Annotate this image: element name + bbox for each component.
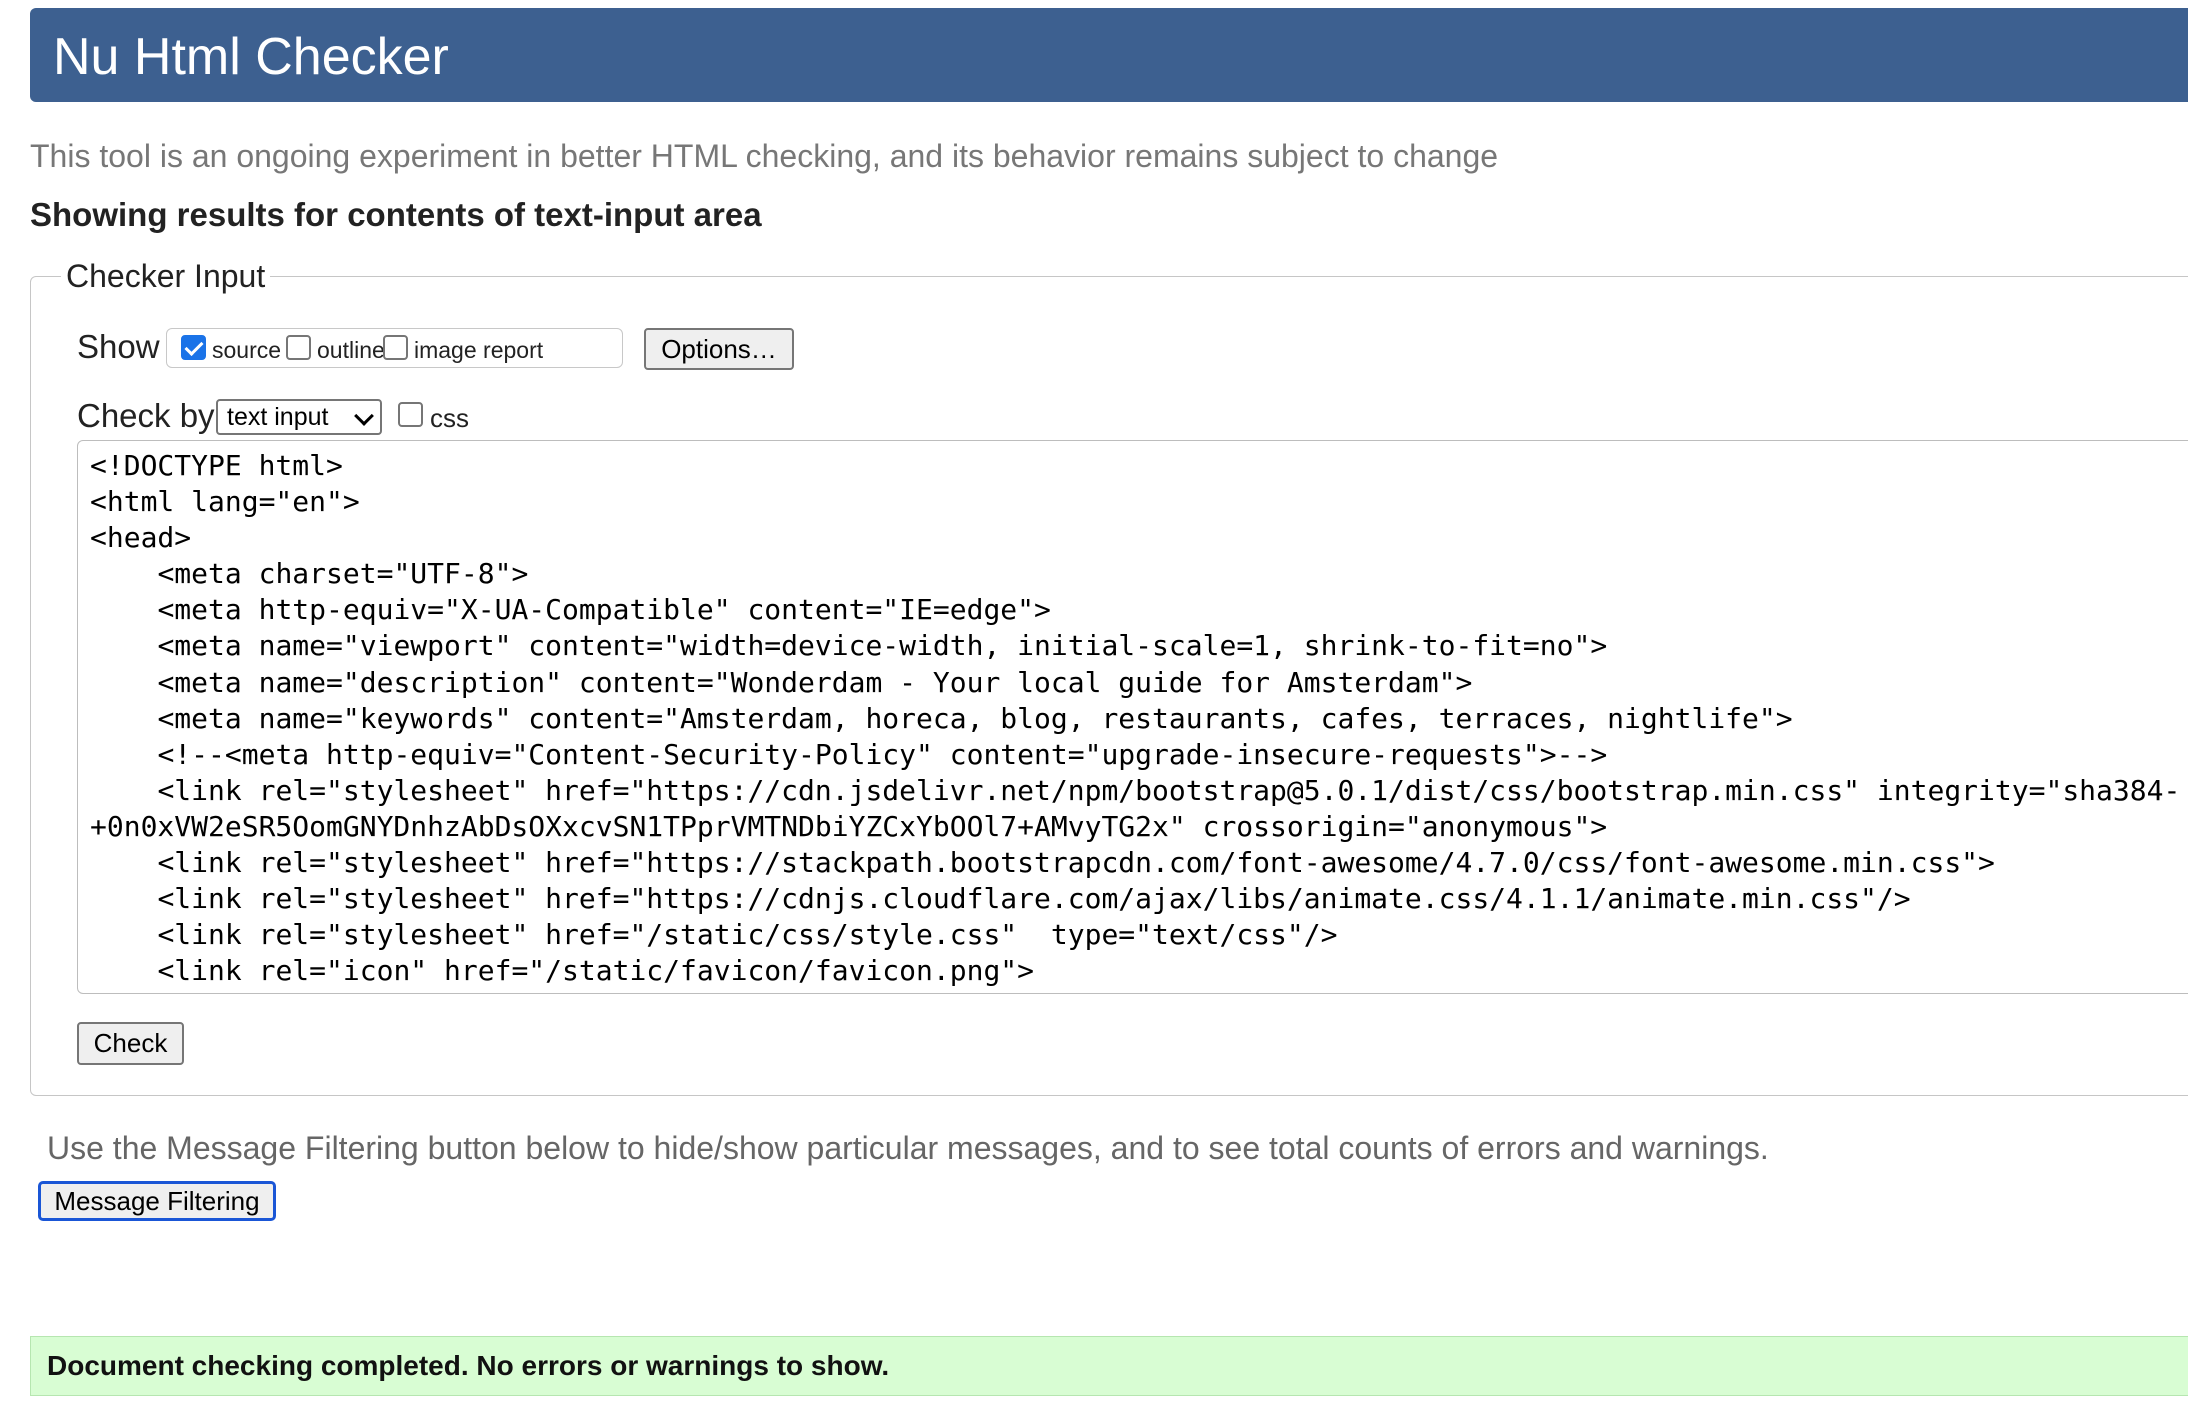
status-message-bar: Document checking completed. No errors o… [30,1336,2188,1396]
checker-input-legend: Checker Input [66,258,266,294]
image-report-checkbox-label[interactable]: image report [414,336,543,364]
check-button[interactable]: Check [77,1022,184,1065]
chevron-down-icon [354,406,374,426]
status-message: Document checking completed. No errors o… [47,1350,890,1381]
check-by-select[interactable]: text input [216,399,382,435]
source-checkbox-label[interactable]: source [212,336,281,364]
source-checkbox[interactable] [181,335,206,360]
show-label: Show [77,328,160,365]
check-by-selected-value: text input [227,403,329,431]
image-report-checkbox[interactable] [383,335,408,360]
check-by-label: Check by [77,397,215,434]
options-button[interactable]: Options… [644,328,794,370]
css-checkbox-label[interactable]: css [430,402,469,434]
source-textarea[interactable]: <!DOCTYPE html> <html lang="en"> <head> … [77,440,2188,994]
css-checkbox[interactable] [398,402,423,427]
tagline: This tool is an ongoing experiment in be… [30,138,1499,174]
results-heading: Showing results for contents of text-inp… [30,196,762,233]
message-filtering-button[interactable]: Message Filtering [38,1181,276,1221]
outline-checkbox-label[interactable]: outline [317,336,385,364]
outline-checkbox[interactable] [286,335,311,360]
page-title: Nu Html Checker [53,28,449,86]
show-options-group: source outline image report [166,328,623,368]
page-header: Nu Html Checker [30,8,2188,102]
source-text: <!DOCTYPE html> <html lang="en"> <head> … [90,449,2181,988]
filter-note: Use the Message Filtering button below t… [47,1130,1769,1166]
